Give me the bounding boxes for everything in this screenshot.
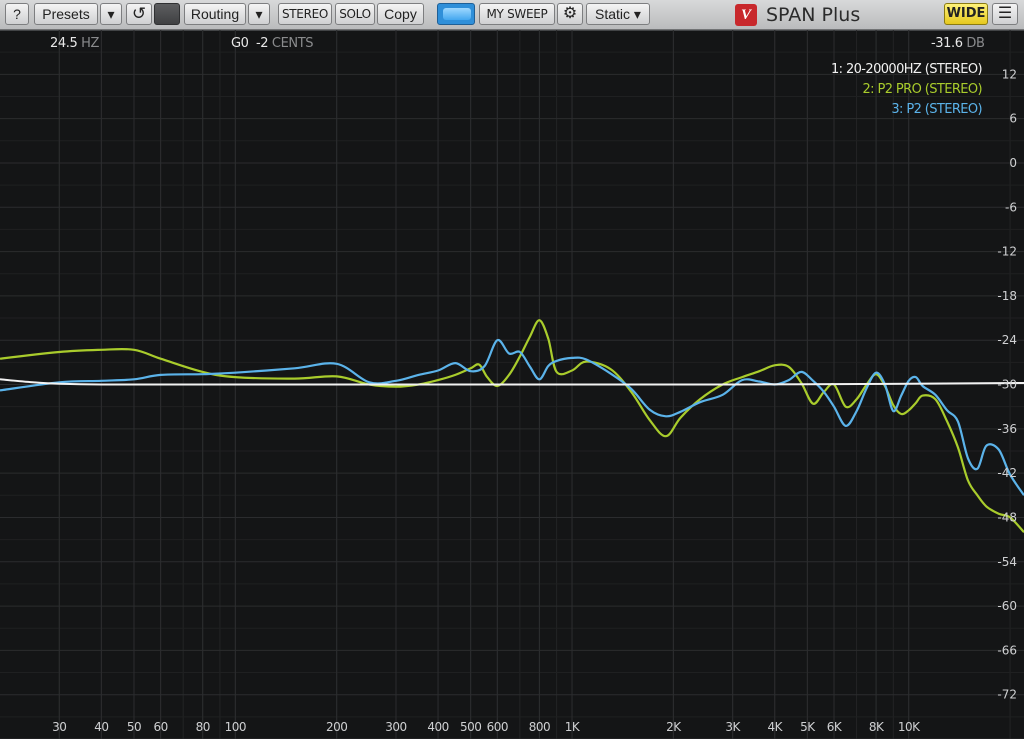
y-tick-label: -60 xyxy=(997,599,1017,613)
db-value: -31.6 xyxy=(931,36,963,51)
x-tick-label: 800 xyxy=(529,720,550,734)
x-axis-labels: 30 40 50 60 80 100 200 300 400 500 600 800 1K 2K 3K 4K 5… xyxy=(52,720,922,734)
legend: 1: 20-20000HZ (STEREO) 2: P2 PRO (STEREO… xyxy=(831,60,983,120)
frequency-readout: 24.5 HZ xyxy=(50,36,99,51)
y-tick-label: -12 xyxy=(997,245,1017,259)
note-readout: G0 -2 CENTS xyxy=(231,36,314,51)
y-tick-label: 6 xyxy=(1009,112,1017,126)
frequency-value: 24.5 xyxy=(50,36,78,51)
x-tick-label: 600 xyxy=(487,720,508,734)
legend-item-3[interactable]: 3: P2 (STEREO) xyxy=(831,100,982,120)
legend-item-1[interactable]: 1: 20-20000HZ (STEREO) xyxy=(831,60,983,80)
x-tick-label: 80 xyxy=(196,720,210,734)
x-tick-label: 8K xyxy=(869,720,885,734)
x-tick-label: 50 xyxy=(127,720,141,734)
x-tick-label: 400 xyxy=(427,720,448,734)
chart-series xyxy=(0,319,1024,533)
cents-value: -2 xyxy=(256,36,269,51)
y-tick-label: -6 xyxy=(1005,200,1017,214)
y-tick-label: -18 xyxy=(997,289,1017,303)
legend-item-2[interactable]: 2: P2 PRO (STEREO) xyxy=(831,80,983,100)
x-tick-label: 60 xyxy=(154,720,168,734)
y-tick-label: -72 xyxy=(997,688,1017,702)
y-tick-label: -24 xyxy=(997,333,1017,347)
x-tick-label: 5K xyxy=(800,720,816,734)
y-tick-label: 0 xyxy=(1009,156,1017,170)
y-tick-label: -66 xyxy=(997,643,1017,657)
y-tick-label: -42 xyxy=(997,466,1017,480)
frequency-unit: HZ xyxy=(81,36,99,51)
x-tick-label: 30 xyxy=(52,720,66,734)
y-tick-label: -30 xyxy=(997,378,1017,392)
cents-unit: CENTS xyxy=(271,36,314,51)
x-tick-label: 10K xyxy=(898,720,921,734)
x-tick-label: 6K xyxy=(827,720,843,734)
x-tick-label: 100 xyxy=(225,720,246,734)
x-tick-label: 500 xyxy=(460,720,481,734)
x-tick-label: 1K xyxy=(565,720,581,734)
db-unit: DB xyxy=(966,36,985,51)
y-tick-label: -36 xyxy=(997,422,1017,436)
y-tick-label: 12 xyxy=(1002,67,1017,81)
x-tick-label: 2K xyxy=(666,720,682,734)
x-tick-label: 200 xyxy=(326,720,347,734)
y-tick-label: -54 xyxy=(997,555,1017,569)
x-tick-label: 3K xyxy=(725,720,741,734)
x-tick-label: 40 xyxy=(94,720,108,734)
series-line-3 xyxy=(0,338,1024,496)
x-tick-label: 4K xyxy=(767,720,783,734)
note-value: G0 xyxy=(231,36,249,51)
y-tick-label: -48 xyxy=(997,510,1017,524)
series-line-2 xyxy=(0,319,1024,533)
x-tick-label: 300 xyxy=(385,720,406,734)
db-readout: -31.6 DB xyxy=(931,36,985,51)
